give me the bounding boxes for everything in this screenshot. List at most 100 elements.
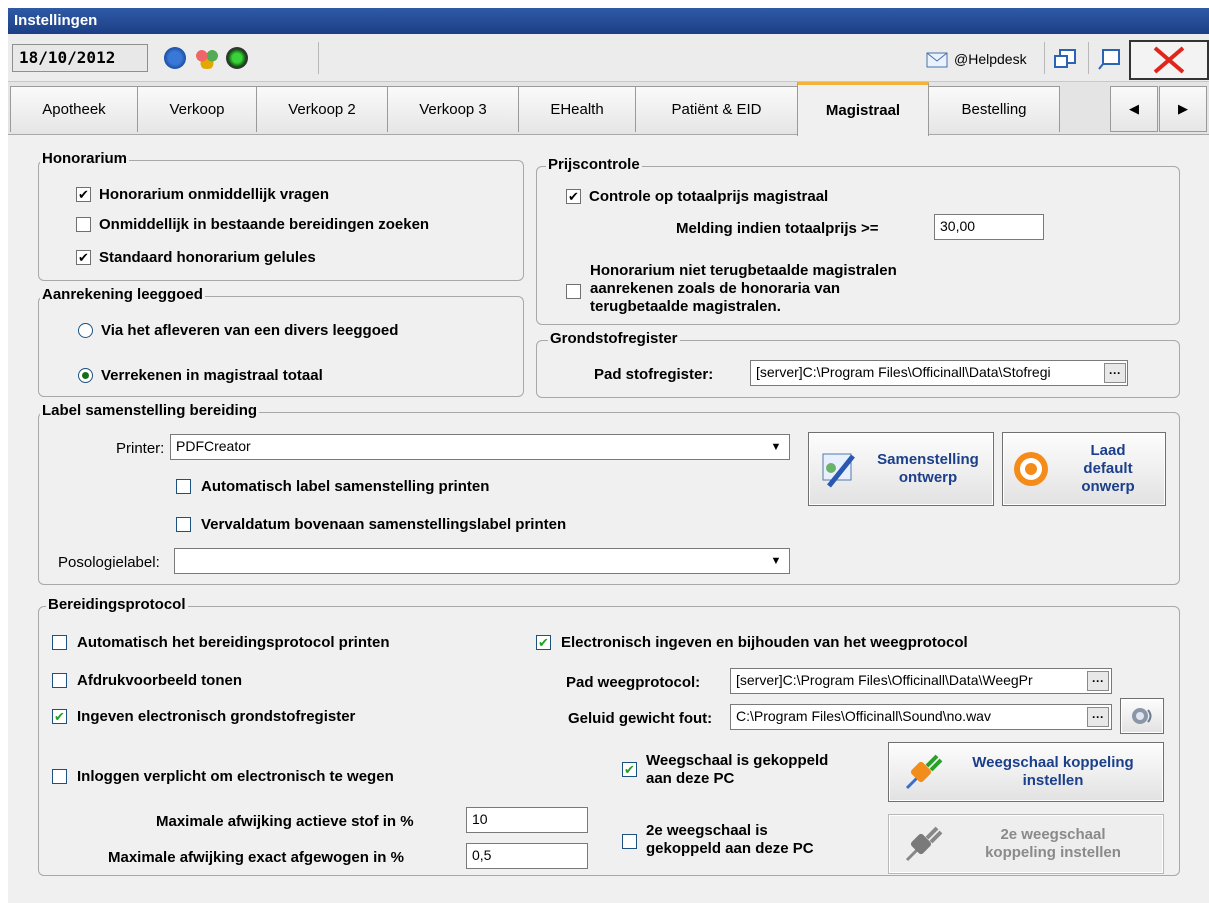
weegschaal-koppeling-line1: Weegschaal koppeling [972,754,1134,771]
honorarium-opt1-checkbox[interactable]: ✔ [76,187,91,202]
inloggen-verplicht-label: Inloggen verplicht om electronisch te we… [77,768,394,785]
honorarium-opt2-checkbox[interactable] [76,217,91,232]
tab-scroll-right-button[interactable]: ▶ [1159,86,1207,132]
window-minimize-icon[interactable] [1097,48,1123,72]
tab-scroll-left-button[interactable]: ◀ [1110,86,1158,132]
laad-default-button[interactable]: Laad default onwerp [1002,432,1166,506]
arrow-right-icon: ▶ [1178,101,1188,116]
leeggoed-opt2-radio[interactable] [78,368,93,383]
pad-stofregister-label: Pad stofregister: [594,366,714,383]
weegschaal-gekoppeld-line1: Weegschaal is gekoppeld [646,752,829,769]
electronisch-weeg[interactable]: ✔ Electronisch ingeven en bijhouden van … [536,634,968,651]
afwijking-stof-input[interactable]: 10 [466,807,588,833]
ingeven-register-label: Ingeven electronisch grondstofregister [77,708,356,725]
inloggen-verplicht[interactable]: Inloggen verplicht om electronisch te we… [52,768,394,785]
weegschaal-gekoppeld-line2: aan deze PC [646,770,735,787]
ingeven-register[interactable]: ✔ Ingeven electronisch grondstofregister [52,708,355,725]
afwijking-stof-label: Maximale afwijking actieve stof in % [156,813,414,830]
tab-patient-eid[interactable]: Patiënt & EID [635,86,798,132]
tab-bestelling[interactable]: Bestelling [928,86,1060,132]
laad-line3: onwerp [1081,478,1135,495]
arrow-left-icon: ◀ [1129,101,1139,116]
geluid-play-button[interactable] [1120,698,1164,734]
close-button[interactable] [1129,40,1209,80]
tab-verkoop[interactable]: Verkoop [137,86,257,132]
leeggoed-opt1-label: Via het afleveren van een divers leeggoe… [101,322,399,339]
geluid-browse-button[interactable]: ··· [1087,707,1109,727]
pad-stofregister-input[interactable]: [server]C:\Program Files\Officinall\Data… [750,360,1128,386]
auto-label[interactable]: Automatisch label samenstelling printen [176,478,489,495]
printer-dropdown-icon[interactable]: ▼ [766,436,786,458]
helpdesk-button[interactable]: @Helpdesk [926,48,1027,70]
weegschaal-gekoppeld-checkbox[interactable]: ✔ [622,762,637,777]
leeggoed-opt2-label: Verrekenen in magistraal totaal [101,367,323,384]
leeggoed-opt2[interactable]: Verrekenen in magistraal totaal [78,367,323,384]
vervaldatum-checkbox[interactable] [176,517,191,532]
pad-stofregister-browse-button[interactable]: ··· [1104,363,1126,383]
auto-protocol[interactable]: Automatisch het bereidingsprotocol print… [52,634,390,651]
weegschaal2-koppeling-line1: 2e weegschaal [1000,826,1106,843]
honorarium-niet-terugbetaald-line1: Honorarium niet terugbetaalde magistrale… [590,262,897,279]
samenstelling-line2: ontwerp [898,469,958,486]
auto-label-checkbox[interactable] [176,479,191,494]
honorarium-opt3[interactable]: ✔ Standaard honorarium gelules [76,249,316,266]
tab-magistraal[interactable]: Magistraal [797,82,929,136]
weegschaal2-koppeling-button[interactable]: 2e weegschaal koppeling instellen [888,814,1164,874]
samenstelling-line1: Samenstelling [877,451,979,468]
honorarium-opt2[interactable]: Onmiddellijk in bestaande bereidingen zo… [76,216,429,233]
vervaldatum-label: Vervaldatum bovenaan samenstellingslabel… [201,516,567,533]
vervaldatum[interactable]: Vervaldatum bovenaan samenstellingslabel… [176,516,566,533]
tab-verkoop-2[interactable]: Verkoop 2 [256,86,388,132]
tab-verkoop-3[interactable]: Verkoop 3 [387,86,519,132]
weegschaal2-gekoppeld-checkbox[interactable] [622,834,637,849]
pad-weegprotocol-browse-button[interactable]: ··· [1087,671,1109,691]
weegschaal-koppeling-button[interactable]: Weegschaal koppeling instellen [888,742,1164,802]
samenstelling-ontwerp-button[interactable]: Samenstelling ontwerp [808,432,994,506]
window-restore-icon[interactable] [1053,48,1079,72]
users-icon[interactable] [194,47,220,69]
weegschaal2-gekoppeld-line1: 2e weegschaal is [646,822,768,839]
honorarium-niet-terugbetaald-line3: terugbetaalde magistralen. [590,298,781,315]
design-brush-icon [822,453,855,488]
honorarium-opt2-label: Onmiddellijk in bestaande bereidingen zo… [99,216,430,233]
honorarium-opt3-checkbox[interactable]: ✔ [76,250,91,265]
tab-apotheek[interactable]: Apotheek [10,86,138,132]
target-icon [1014,452,1048,486]
afwijking-exact-input[interactable]: 0,5 [466,843,588,869]
honorarium-opt1-label: Honorarium onmiddellijk vragen [99,186,330,203]
grondstof-legend: Grondstofregister [548,330,680,347]
label-legend: Label samenstelling bereiding [40,402,260,419]
auto-label-label: Automatisch label samenstelling printen [201,478,490,495]
posologie-dropdown-icon[interactable]: ▼ [766,550,786,572]
controle-totaalprijs-label: Controle op totaalprijs magistraal [589,188,829,205]
honorarium-niet-terugbetaald-checkbox[interactable] [566,284,581,299]
leeggoed-opt1-radio[interactable] [78,323,93,338]
melding-input[interactable]: 30,00 [934,214,1044,240]
toolbar-separator [1088,42,1089,74]
controle-totaalprijs-checkbox[interactable]: ✔ [566,189,581,204]
ingeven-register-checkbox[interactable]: ✔ [52,709,67,724]
afdrukvoorbeeld-checkbox[interactable] [52,673,67,688]
printer-select[interactable]: PDFCreator [170,434,790,460]
weegschaal2-koppeling-line2: koppeling instellen [985,844,1121,861]
posologie-select[interactable] [174,548,790,574]
controle-totaalprijs[interactable]: ✔ Controle op totaalprijs magistraal [566,188,828,205]
date-field[interactable]: 18/10/2012 [12,44,148,72]
geluid-input[interactable]: C:\Program Files\Officinall\Sound\no.wav [730,704,1112,730]
pad-weegprotocol-input[interactable]: [server]C:\Program Files\Officinall\Data… [730,668,1112,694]
weegschaal-koppeling-line2: instellen [1022,772,1084,789]
afdrukvoorbeeld[interactable]: Afdrukvoorbeeld tonen [52,672,242,689]
afdrukvoorbeeld-label: Afdrukvoorbeeld tonen [77,672,243,689]
electronisch-weeg-label: Electronisch ingeven en bijhouden van he… [561,634,968,651]
tab-ehealth[interactable]: EHealth [518,86,636,132]
leeggoed-opt1[interactable]: Via het afleveren van een divers leeggoe… [78,322,398,339]
info-diamond-icon[interactable] [164,47,186,69]
inloggen-verplicht-checkbox[interactable] [52,769,67,784]
melding-label: Melding indien totaalprijs >= [676,220,879,237]
honorarium-opt1[interactable]: ✔ Honorarium onmiddellijk vragen [76,186,329,203]
electronisch-weeg-checkbox[interactable]: ✔ [536,635,551,650]
honorarium-legend: Honorarium [40,150,130,167]
status-icon[interactable] [226,47,248,69]
weegschaal2-gekoppeld-line2: gekoppeld aan deze PC [646,840,814,857]
auto-protocol-checkbox[interactable] [52,635,67,650]
